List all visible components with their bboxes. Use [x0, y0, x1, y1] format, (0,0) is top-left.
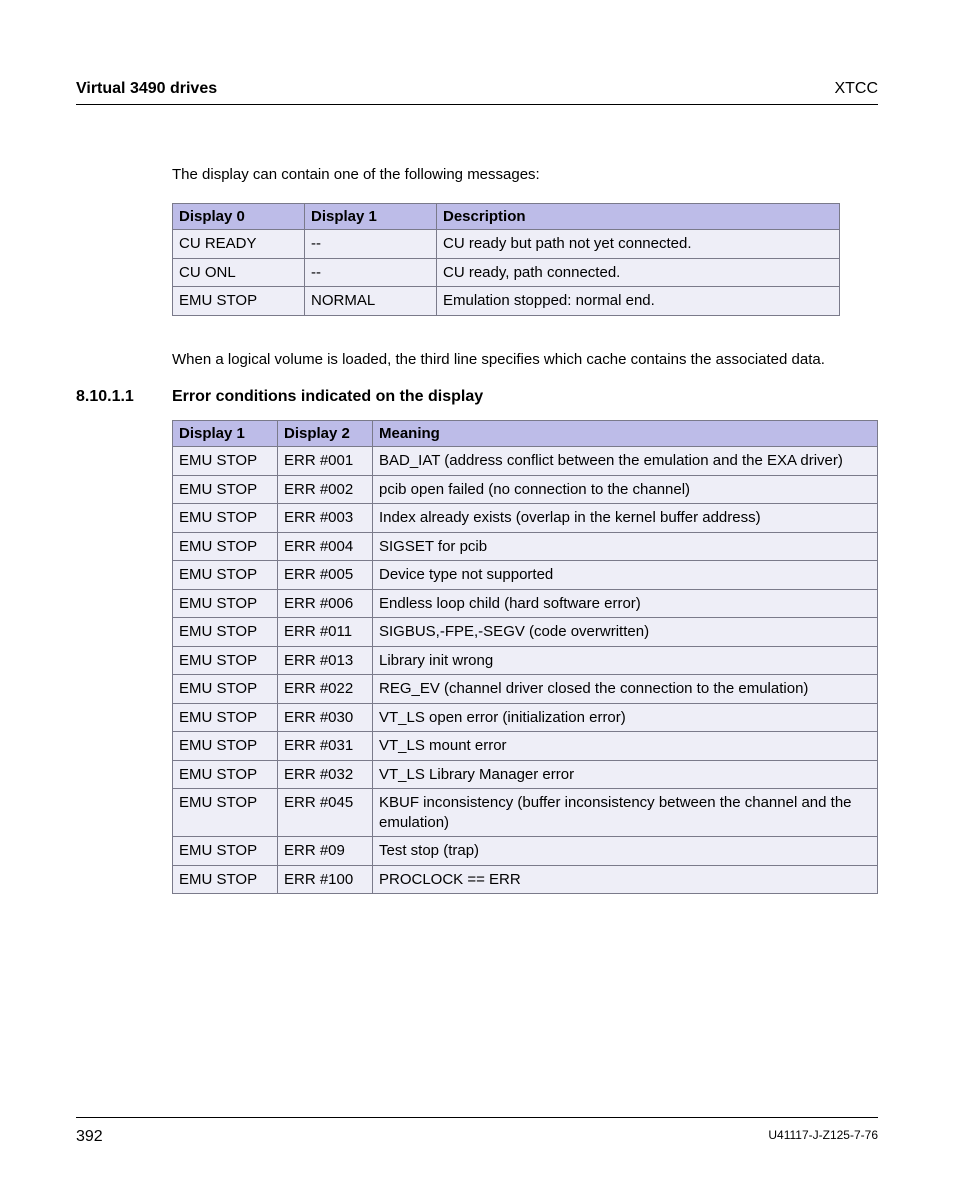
table-row: EMU STOPERR #09Test stop (trap) — [173, 837, 878, 866]
t2-cell: Index already exists (overlap in the ker… — [373, 504, 878, 533]
t2-cell: ERR #006 — [278, 589, 373, 618]
t2-cell: ERR #045 — [278, 789, 373, 837]
table-row: EMU STOPERR #045KBUF inconsistency (buff… — [173, 789, 878, 837]
table-row: EMU STOPERR #001BAD_IAT (address conflic… — [173, 447, 878, 476]
t2-cell: EMU STOP — [173, 760, 278, 789]
t2-cell: ERR #022 — [278, 675, 373, 704]
t2-cell: EMU STOP — [173, 675, 278, 704]
t1-cell: CU READY — [173, 230, 305, 259]
t2-cell: EMU STOP — [173, 837, 278, 866]
t1-cell: CU ready, path connected. — [437, 258, 840, 287]
table-row: CU READY--CU ready but path not yet conn… — [173, 230, 840, 259]
t2-cell: SIGBUS,-FPE,-SEGV (code overwritten) — [373, 618, 878, 647]
t2-cell: pcib open failed (no connection to the c… — [373, 475, 878, 504]
display-messages-table: Display 0 Display 1 Description CU READY… — [172, 203, 840, 316]
t2-cell: VT_LS Library Manager error — [373, 760, 878, 789]
table-row: EMU STOPERR #032VT_LS Library Manager er… — [173, 760, 878, 789]
t2-cell: EMU STOP — [173, 504, 278, 533]
table-row: EMU STOPNORMALEmulation stopped: normal … — [173, 287, 840, 316]
t2-cell: BAD_IAT (address conflict between the em… — [373, 447, 878, 476]
t2-cell: Device type not supported — [373, 561, 878, 590]
page: Virtual 3490 drives XTCC The display can… — [0, 0, 954, 894]
t1-cell: -- — [305, 230, 437, 259]
t2-cell: EMU STOP — [173, 475, 278, 504]
t2-h2: Meaning — [373, 421, 878, 447]
page-footer: 392 U41117-J-Z125-7-76 — [76, 1117, 878, 1146]
t2-cell: ERR #011 — [278, 618, 373, 647]
error-conditions-table: Display 1 Display 2 Meaning EMU STOPERR … — [172, 420, 878, 894]
t2-cell: ERR #004 — [278, 532, 373, 561]
t2-cell: EMU STOP — [173, 646, 278, 675]
t1-cell: -- — [305, 258, 437, 287]
t2-h0: Display 1 — [173, 421, 278, 447]
table-row: EMU STOPERR #011SIGBUS,-FPE,-SEGV (code … — [173, 618, 878, 647]
t2-cell: EMU STOP — [173, 447, 278, 476]
t1-cell: NORMAL — [305, 287, 437, 316]
t2-cell: EMU STOP — [173, 865, 278, 894]
header-right: XTCC — [834, 80, 878, 98]
t2-cell: ERR #030 — [278, 703, 373, 732]
t2-cell: VT_LS mount error — [373, 732, 878, 761]
t2-cell: ERR #003 — [278, 504, 373, 533]
t2-cell: KBUF inconsistency (buffer inconsistency… — [373, 789, 878, 837]
t2-cell: ERR #002 — [278, 475, 373, 504]
section-number: 8.10.1.1 — [76, 388, 172, 406]
t1-h0: Display 0 — [173, 204, 305, 230]
t2-cell: EMU STOP — [173, 618, 278, 647]
t2-cell: EMU STOP — [173, 789, 278, 837]
table-row: EMU STOPERR #005Device type not supporte… — [173, 561, 878, 590]
t2-cell: ERR #005 — [278, 561, 373, 590]
table-row: EMU STOPERR #022REG_EV (channel driver c… — [173, 675, 878, 704]
t2-cell: SIGSET for pcib — [373, 532, 878, 561]
t1-cell: CU ONL — [173, 258, 305, 287]
intro-paragraph: The display can contain one of the follo… — [172, 165, 878, 185]
t2-cell: EMU STOP — [173, 703, 278, 732]
table-row: EMU STOPERR #006Endless loop child (hard… — [173, 589, 878, 618]
t1-h2: Description — [437, 204, 840, 230]
section-title: Error conditions indicated on the displa… — [172, 388, 483, 406]
table-row: EMU STOPERR #100PROCLOCK == ERR — [173, 865, 878, 894]
t2-cell: Library init wrong — [373, 646, 878, 675]
t2-cell: ERR #100 — [278, 865, 373, 894]
page-number: 392 — [76, 1128, 103, 1146]
t2-cell: EMU STOP — [173, 589, 278, 618]
table-row: EMU STOPERR #030VT_LS open error (initia… — [173, 703, 878, 732]
t2-cell: Test stop (trap) — [373, 837, 878, 866]
t2-cell: Endless loop child (hard software error) — [373, 589, 878, 618]
table-row: EMU STOPERR #003Index already exists (ov… — [173, 504, 878, 533]
table-row: EMU STOPERR #004SIGSET for pcib — [173, 532, 878, 561]
t2-cell: REG_EV (channel driver closed the connec… — [373, 675, 878, 704]
table-row: EMU STOPERR #013Library init wrong — [173, 646, 878, 675]
t2-cell: ERR #09 — [278, 837, 373, 866]
t1-cell: CU ready but path not yet connected. — [437, 230, 840, 259]
t2-cell: EMU STOP — [173, 532, 278, 561]
header-left: Virtual 3490 drives — [76, 80, 217, 98]
t2-cell: ERR #001 — [278, 447, 373, 476]
doc-id: U41117-J-Z125-7-76 — [768, 1128, 878, 1146]
middle-paragraph: When a logical volume is loaded, the thi… — [172, 350, 878, 370]
t2-cell: ERR #013 — [278, 646, 373, 675]
t2-h1: Display 2 — [278, 421, 373, 447]
t1-h1: Display 1 — [305, 204, 437, 230]
t1-cell: EMU STOP — [173, 287, 305, 316]
t2-cell: ERR #032 — [278, 760, 373, 789]
table-row: EMU STOPERR #031VT_LS mount error — [173, 732, 878, 761]
t2-cell: EMU STOP — [173, 561, 278, 590]
t2-cell: ERR #031 — [278, 732, 373, 761]
section-heading: 8.10.1.1 Error conditions indicated on t… — [76, 388, 878, 406]
t2-cell: PROCLOCK == ERR — [373, 865, 878, 894]
t1-cell: Emulation stopped: normal end. — [437, 287, 840, 316]
t2-cell: VT_LS open error (initialization error) — [373, 703, 878, 732]
table-row: EMU STOPERR #002pcib open failed (no con… — [173, 475, 878, 504]
table-row: CU ONL--CU ready, path connected. — [173, 258, 840, 287]
t2-cell: EMU STOP — [173, 732, 278, 761]
page-header: Virtual 3490 drives XTCC — [76, 80, 878, 105]
